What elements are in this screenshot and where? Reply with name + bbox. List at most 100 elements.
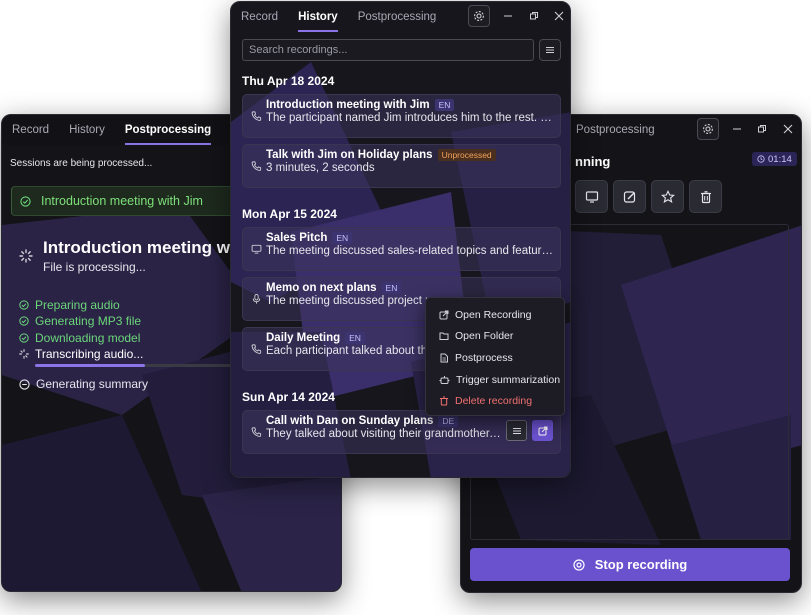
screen-source-button[interactable] bbox=[575, 180, 608, 213]
hamburger-icon bbox=[512, 427, 521, 434]
menu-button[interactable] bbox=[539, 39, 561, 61]
folder-icon bbox=[439, 332, 449, 341]
minimize-button[interactable] bbox=[497, 5, 519, 27]
phone-icon bbox=[251, 427, 262, 437]
search-input[interactable] bbox=[242, 39, 534, 61]
close-icon bbox=[554, 11, 564, 21]
delete-button[interactable] bbox=[689, 180, 722, 213]
file-icon bbox=[440, 353, 448, 363]
recording-context-menu: Open Recording Open Folder Postprocess T… bbox=[425, 297, 565, 416]
completed-session-title: Introduction meeting with Jim bbox=[41, 194, 203, 208]
language-badge: DE bbox=[438, 415, 459, 427]
step-label: Generating MP3 file bbox=[35, 314, 142, 329]
external-link-icon bbox=[538, 426, 547, 435]
recording-title: Sales Pitch EN bbox=[266, 232, 353, 244]
item-menu-button[interactable] bbox=[506, 420, 527, 441]
recording-item[interactable]: Introduction meeting with Jim EN The part… bbox=[242, 94, 561, 138]
menu-item-trigger-summarization[interactable]: Trigger summarization bbox=[426, 369, 564, 391]
step-label: Downloading model bbox=[35, 330, 141, 345]
tab-history[interactable]: History bbox=[288, 2, 348, 32]
menu-item-label: Open Folder bbox=[455, 330, 514, 343]
recording-description: Each participant talked about the bbox=[266, 345, 434, 357]
tab-record[interactable]: Record bbox=[231, 2, 288, 32]
phone-icon bbox=[251, 344, 262, 354]
recording-title: Introduction meeting with Jim EN bbox=[266, 99, 455, 111]
open-recording-button[interactable] bbox=[532, 420, 553, 441]
microphone-icon bbox=[252, 293, 261, 304]
star-icon bbox=[660, 189, 675, 203]
restore-icon bbox=[758, 125, 766, 133]
gear-icon bbox=[474, 11, 484, 21]
step-label: Generating summary bbox=[36, 377, 149, 391]
clock-icon bbox=[757, 155, 765, 163]
menu-item-open-folder[interactable]: Open Folder bbox=[426, 326, 564, 348]
menu-item-postprocess[interactable]: Postprocess bbox=[426, 347, 564, 369]
step-transcribing: Transcribing audio... bbox=[19, 346, 143, 362]
date-header: Mon Apr 15 2024 bbox=[242, 207, 337, 221]
menu-item-label: Delete recording bbox=[455, 395, 533, 408]
stop-circle-icon bbox=[573, 558, 585, 571]
settings-button[interactable] bbox=[468, 5, 490, 27]
tab-postprocessing[interactable]: Postprocessing bbox=[115, 115, 221, 145]
close-button[interactable] bbox=[777, 118, 799, 140]
processing-steps: Preparing audio Generating MP3 file Down… bbox=[19, 297, 143, 362]
spinner-icon bbox=[19, 349, 29, 359]
tab-history[interactable]: History bbox=[59, 115, 115, 145]
check-circle-icon bbox=[20, 195, 31, 207]
step-label: Preparing audio bbox=[35, 298, 120, 313]
processing-title: Introduction meeting wi bbox=[43, 238, 235, 257]
external-link-icon bbox=[439, 310, 449, 320]
recording-title: nning bbox=[575, 154, 611, 169]
check-circle-icon bbox=[19, 316, 29, 327]
minimize-button[interactable] bbox=[726, 118, 748, 140]
tab-record[interactable]: Record bbox=[2, 115, 59, 145]
recording-description: They talked about visiting their grandmo… bbox=[266, 428, 501, 440]
recording-title-text: Introduction meeting with Jim bbox=[266, 99, 430, 111]
recording-description: 3 minutes, 2 seconds bbox=[266, 162, 375, 174]
menu-item-label: Trigger summarization bbox=[456, 373, 561, 386]
phone-icon bbox=[251, 161, 262, 171]
recording-item[interactable]: Sales Pitch EN The meeting discussed sale… bbox=[242, 227, 561, 271]
favorite-button[interactable] bbox=[651, 180, 684, 213]
transcription-progress-bar bbox=[35, 364, 235, 367]
menu-item-open-recording[interactable]: Open Recording bbox=[426, 304, 564, 326]
recording-title-text: Sales Pitch bbox=[266, 232, 328, 244]
tab-postprocessing[interactable]: Postprocessing bbox=[566, 115, 665, 145]
sessions-status-text: Sessions are being processed... bbox=[10, 158, 153, 169]
close-button[interactable] bbox=[548, 5, 570, 27]
pending-circle-icon bbox=[19, 378, 30, 390]
gear-icon bbox=[703, 124, 713, 134]
tab-bar: Record History Postprocessing bbox=[231, 2, 570, 32]
stop-recording-button[interactable]: Stop recording bbox=[470, 548, 790, 581]
recording-title: Talk with Jim on Holiday plans Unprocesse… bbox=[266, 149, 496, 161]
language-badge: EN bbox=[381, 282, 402, 294]
tab-postprocessing[interactable]: Postprocessing bbox=[348, 2, 447, 32]
settings-button[interactable] bbox=[697, 118, 719, 140]
progress-fill bbox=[35, 364, 145, 367]
minimize-icon bbox=[504, 15, 512, 17]
stop-recording-label: Stop recording bbox=[594, 557, 688, 572]
recording-timer: 01:14 bbox=[752, 152, 797, 166]
maximize-button[interactable] bbox=[751, 118, 773, 140]
trash-icon bbox=[700, 190, 711, 203]
recording-title: Memo on next plans EN bbox=[266, 282, 402, 294]
recording-title: Call with Dan on Sunday plans DE bbox=[266, 415, 459, 427]
menu-item-delete-recording[interactable]: Delete recording bbox=[426, 390, 564, 412]
edit-button[interactable] bbox=[613, 180, 646, 213]
trash-icon bbox=[440, 396, 448, 406]
recording-item[interactable]: Talk with Jim on Holiday plans Unprocesse… bbox=[242, 144, 561, 188]
recording-description: The meeting discussed project p bbox=[266, 295, 432, 307]
processing-subtitle: File is processing... bbox=[43, 260, 146, 274]
recording-description: The participant named Jim introduces him… bbox=[266, 112, 554, 124]
date-header: Thu Apr 18 2024 bbox=[242, 74, 335, 88]
recording-title-text: Call with Dan on Sunday plans bbox=[266, 415, 434, 427]
phone-icon bbox=[251, 111, 262, 121]
step-label: Transcribing audio... bbox=[35, 347, 144, 362]
menu-item-label: Postprocess bbox=[455, 351, 513, 364]
maximize-button[interactable] bbox=[523, 5, 545, 27]
recording-item[interactable]: Call with Dan on Sunday plans DE They tal… bbox=[242, 410, 561, 454]
language-badge: EN bbox=[345, 332, 365, 344]
check-circle-icon bbox=[19, 300, 29, 310]
recording-title-text: Daily Meeting bbox=[266, 332, 341, 344]
timer-value: 01:14 bbox=[768, 153, 792, 165]
